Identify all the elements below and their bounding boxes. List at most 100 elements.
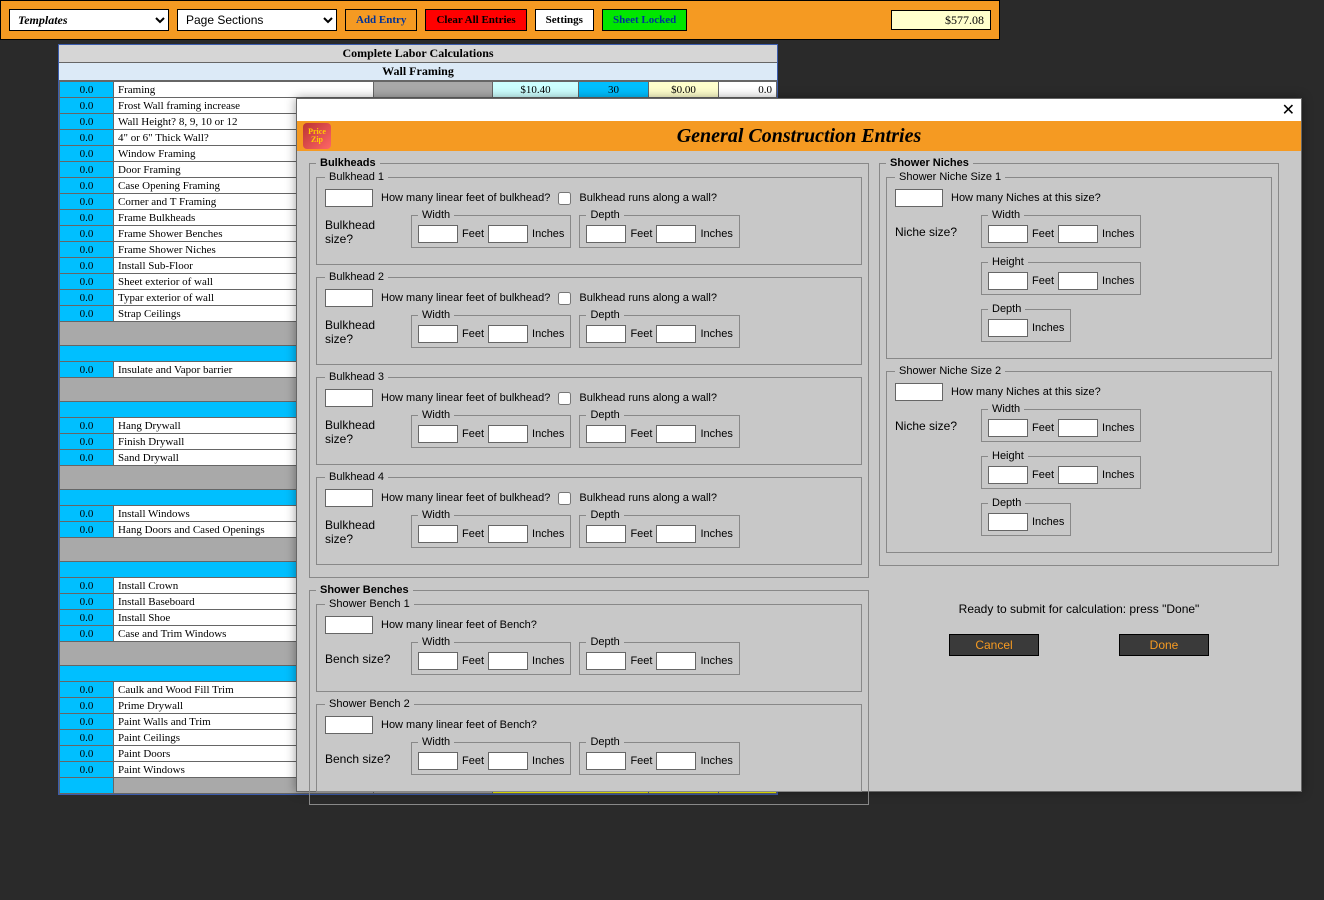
bulkhead-depth-inches[interactable] xyxy=(656,425,696,443)
row-val[interactable]: 0.0 xyxy=(60,82,114,98)
row-val[interactable]: 0.0 xyxy=(60,522,114,538)
bulkhead-width-feet[interactable] xyxy=(418,525,458,543)
row-val[interactable]: 0.0 xyxy=(60,178,114,194)
bulkhead-depth-feet[interactable] xyxy=(586,325,626,343)
sheet-locked-button[interactable]: Sheet Locked xyxy=(602,9,687,31)
bulkhead-depth: Depth Feet Inches xyxy=(579,409,739,448)
niche-count-input[interactable] xyxy=(895,383,943,401)
niche-width-feet[interactable] xyxy=(988,225,1028,243)
row-val[interactable]: 0.0 xyxy=(60,434,114,450)
bench-width-feet[interactable] xyxy=(418,652,458,670)
row-val[interactable]: 0.0 xyxy=(60,290,114,306)
page-sections-select[interactable]: Page Sections xyxy=(177,9,337,31)
niche-width-inches[interactable] xyxy=(1058,225,1098,243)
bench-linear-label: How many linear feet of Bench? xyxy=(381,719,537,731)
add-entry-button[interactable]: Add Entry xyxy=(345,9,417,31)
row-val[interactable]: 0.0 xyxy=(60,98,114,114)
bench-depth-feet[interactable] xyxy=(586,752,626,770)
bulkhead-depth-feet[interactable] xyxy=(586,225,626,243)
bulkhead-width: Width Feet Inches xyxy=(411,509,571,548)
bulkhead-width-feet[interactable] xyxy=(418,225,458,243)
templates-select[interactable]: Templates xyxy=(9,9,169,31)
row-val[interactable]: 0.0 xyxy=(60,626,114,642)
bench-linear-input[interactable] xyxy=(325,716,373,734)
bench-linear-input[interactable] xyxy=(325,616,373,634)
niche-height: Height Feet Inches xyxy=(981,256,1141,295)
bulkhead-linear-label: How many linear feet of bulkhead? xyxy=(381,492,550,504)
row-val[interactable]: 0.0 xyxy=(60,698,114,714)
row-val[interactable]: 0.0 xyxy=(60,194,114,210)
niche-height-feet[interactable] xyxy=(988,466,1028,484)
row-val[interactable]: 0.0 xyxy=(60,418,114,434)
row-val[interactable]: 0.0 xyxy=(60,306,114,322)
bulkhead-depth-inches[interactable] xyxy=(656,525,696,543)
row-val[interactable]: 0.0 xyxy=(60,450,114,466)
row-val[interactable]: 0.0 xyxy=(60,506,114,522)
bulkhead-1: Bulkhead 1 How many linear feet of bulkh… xyxy=(316,171,862,265)
row-val[interactable]: 0.0 xyxy=(60,226,114,242)
bulkhead-size-label: Bulkhead size? xyxy=(325,418,403,446)
row-val[interactable]: 0.0 xyxy=(60,162,114,178)
bulkhead-width-inches[interactable] xyxy=(488,225,528,243)
bench-depth-inches[interactable] xyxy=(656,652,696,670)
niche-count-label: How many Niches at this size? xyxy=(951,386,1101,398)
niche-height-feet[interactable] xyxy=(988,272,1028,290)
niche-height-inches[interactable] xyxy=(1058,272,1098,290)
row-val[interactable]: 0.0 xyxy=(60,730,114,746)
row-val[interactable]: 0.0 xyxy=(60,210,114,226)
bulkhead-along-checkbox[interactable] xyxy=(558,492,571,505)
close-icon[interactable]: ✕ xyxy=(1282,100,1295,120)
row-val[interactable]: 0.0 xyxy=(60,578,114,594)
row-val[interactable]: 0.0 xyxy=(60,746,114,762)
bulkhead-width: Width Feet Inches xyxy=(411,209,571,248)
row-rate: $10.40 xyxy=(493,82,579,98)
bulkhead-width-inches[interactable] xyxy=(488,525,528,543)
bulkhead-along-label: Bulkhead runs along a wall? xyxy=(579,292,717,304)
bulkhead-width-inches[interactable] xyxy=(488,325,528,343)
row-val[interactable]: 0.0 xyxy=(60,130,114,146)
settings-button[interactable]: Settings xyxy=(535,9,594,31)
row-val[interactable]: 0.0 xyxy=(60,258,114,274)
row-val[interactable]: 0.0 xyxy=(60,242,114,258)
bulkhead-along-checkbox[interactable] xyxy=(558,192,571,205)
bench-1: Shower Bench 1 How many linear feet of B… xyxy=(316,598,862,692)
niche-depth-inches[interactable] xyxy=(988,513,1028,531)
cancel-button[interactable]: Cancel xyxy=(949,634,1039,656)
row-val[interactable]: 0.0 xyxy=(60,146,114,162)
done-button[interactable]: Done xyxy=(1119,634,1209,656)
niche-width-inches[interactable] xyxy=(1058,419,1098,437)
bulkhead-width-feet[interactable] xyxy=(418,425,458,443)
bulkhead-width-inches[interactable] xyxy=(488,425,528,443)
bulkhead-depth-inches[interactable] xyxy=(656,325,696,343)
bulkhead-linear-input[interactable] xyxy=(325,289,373,307)
bench-width-inches[interactable] xyxy=(488,652,528,670)
niche-height-inches[interactable] xyxy=(1058,466,1098,484)
bench-width-feet[interactable] xyxy=(418,752,458,770)
sheet-title: Complete Labor Calculations xyxy=(59,45,777,63)
bulkhead-depth-feet[interactable] xyxy=(586,525,626,543)
bulkhead-depth-inches[interactable] xyxy=(656,225,696,243)
bulkhead-linear-input[interactable] xyxy=(325,389,373,407)
bulkhead-along-checkbox[interactable] xyxy=(558,292,571,305)
row-val[interactable]: 0.0 xyxy=(60,682,114,698)
row-val[interactable]: 0.0 xyxy=(60,594,114,610)
bulkhead-linear-input[interactable] xyxy=(325,189,373,207)
bench-depth-feet[interactable] xyxy=(586,652,626,670)
row-val[interactable]: 0.0 xyxy=(60,274,114,290)
bench-depth-inches[interactable] xyxy=(656,752,696,770)
niche-depth: Depth Inches xyxy=(981,497,1071,536)
row-val[interactable]: 0.0 xyxy=(60,114,114,130)
bulkhead-depth-feet[interactable] xyxy=(586,425,626,443)
bulkhead-linear-input[interactable] xyxy=(325,489,373,507)
bulkhead-along-checkbox[interactable] xyxy=(558,392,571,405)
niche-count-input[interactable] xyxy=(895,189,943,207)
row-val[interactable]: 0.0 xyxy=(60,610,114,626)
niche-width-feet[interactable] xyxy=(988,419,1028,437)
row-val[interactable]: 0.0 xyxy=(60,362,114,378)
row-val[interactable]: 0.0 xyxy=(60,714,114,730)
bench-width-inches[interactable] xyxy=(488,752,528,770)
bulkhead-width-feet[interactable] xyxy=(418,325,458,343)
row-val[interactable]: 0.0 xyxy=(60,762,114,778)
niche-depth-inches[interactable] xyxy=(988,319,1028,337)
clear-all-entries-button[interactable]: Clear All Entries xyxy=(425,9,526,31)
